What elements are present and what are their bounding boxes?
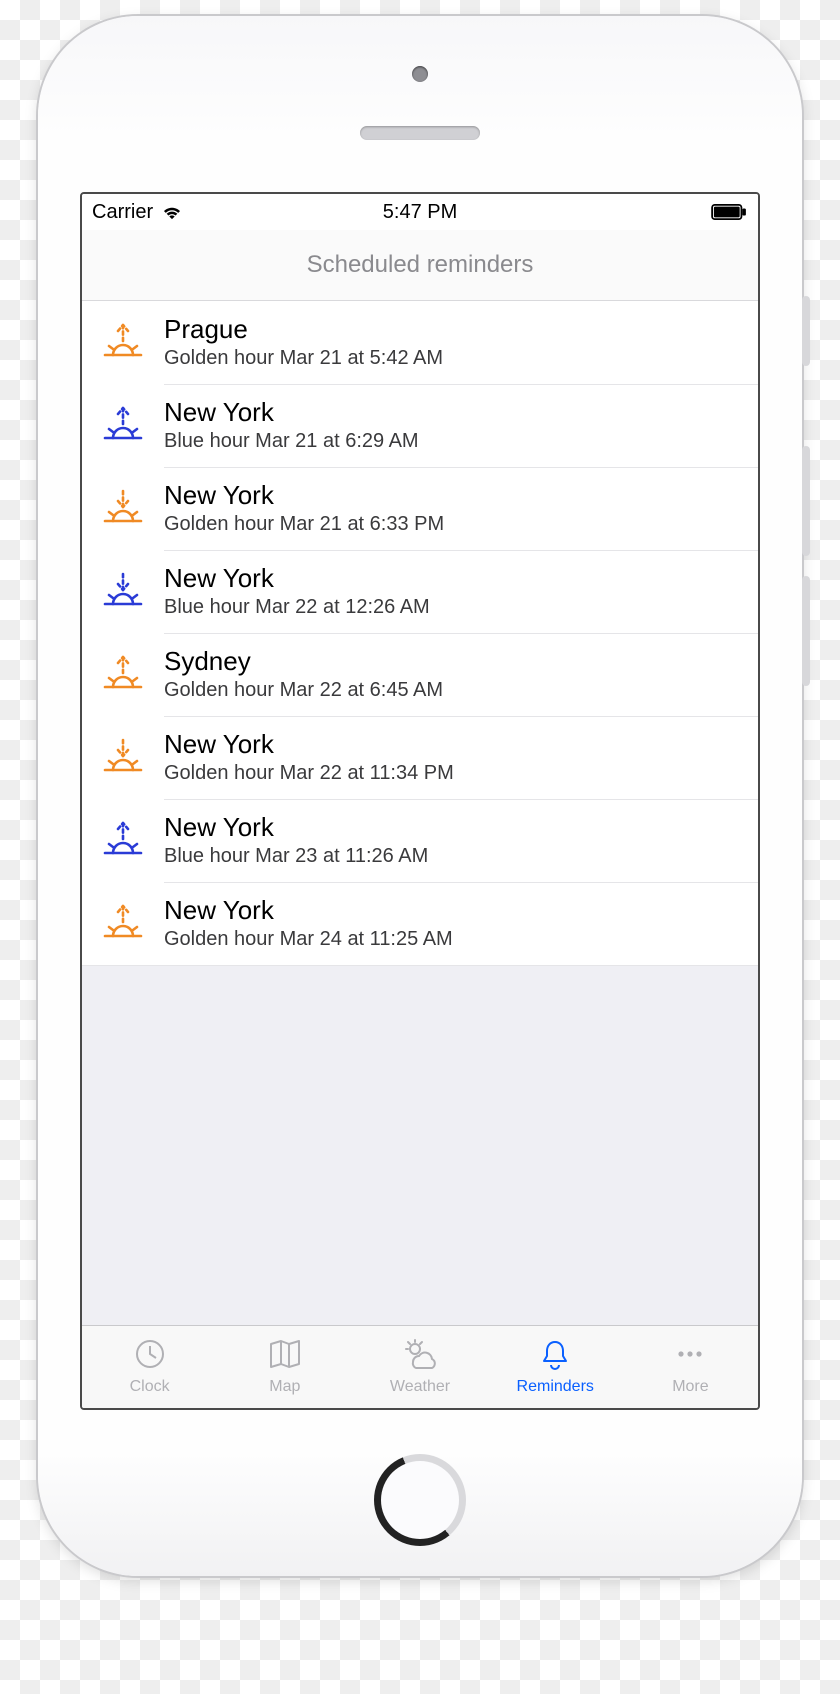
tab-more[interactable]: More [623,1326,758,1408]
device-camera [412,66,428,82]
reminder-text: Prague Golden hour Mar 21 at 5:42 AM [164,315,758,370]
sun-up-golden-icon [82,321,164,365]
reminder-detail: Blue hour Mar 21 at 6:29 AM [164,430,758,453]
clock-icon [132,1338,168,1375]
device-side-button [802,576,810,686]
sun-up-blue-icon [82,404,164,448]
tab-label: Map [269,1378,300,1396]
reminder-city: New York [164,896,758,926]
tab-map[interactable]: Map [217,1326,352,1408]
reminder-text: New York Blue hour Mar 22 at 12:26 AM [164,564,758,619]
tab-weather[interactable]: Weather [352,1326,487,1408]
reminder-city: Sydney [164,647,758,677]
reminder-detail: Blue hour Mar 23 at 11:26 AM [164,845,758,868]
tab-label: Reminders [517,1378,594,1396]
tab-label: Clock [130,1378,170,1396]
tab-reminders[interactable]: Reminders [488,1326,623,1408]
device-side-button [802,446,810,556]
sun-up-blue-icon [82,819,164,863]
reminder-detail: Golden hour Mar 24 at 11:25 AM [164,928,758,951]
sun-up-golden-icon [82,653,164,697]
reminder-city: New York [164,813,758,843]
map-icon [267,1338,303,1375]
reminders-list[interactable]: Prague Golden hour Mar 21 at 5:42 AM New… [82,301,758,966]
reminder-row[interactable]: New York Blue hour Mar 23 at 11:26 AM [82,799,758,882]
reminder-row[interactable]: Prague Golden hour Mar 21 at 5:42 AM [82,301,758,384]
reminder-row[interactable]: New York Golden hour Mar 21 at 6:33 PM [82,467,758,550]
reminder-row[interactable]: New York Golden hour Mar 22 at 11:34 PM [82,716,758,799]
reminder-detail: Blue hour Mar 22 at 12:26 AM [164,596,758,619]
nav-header: Scheduled reminders [82,230,758,301]
home-button[interactable] [374,1454,466,1546]
status-time: 5:47 PM [383,201,457,224]
tab-label: More [672,1378,708,1396]
reminder-city: New York [164,730,758,760]
device-frame: Carrier 5:47 PM Scheduled reminders Prag… [38,16,802,1576]
reminder-text: New York Golden hour Mar 24 at 11:25 AM [164,896,758,951]
reminder-text: New York Golden hour Mar 21 at 6:33 PM [164,481,758,536]
weather-icon [402,1338,438,1375]
tab-clock[interactable]: Clock [82,1326,217,1408]
reminder-detail: Golden hour Mar 21 at 6:33 PM [164,513,758,536]
reminder-text: New York Blue hour Mar 21 at 6:29 AM [164,398,758,453]
reminders-icon [537,1338,573,1375]
reminder-text: Sydney Golden hour Mar 22 at 6:45 AM [164,647,758,702]
sun-down-golden-icon [82,487,164,531]
carrier-label: Carrier [92,201,153,224]
reminder-detail: Golden hour Mar 21 at 5:42 AM [164,347,758,370]
tab-bar: Clock Map Weather Reminders More [82,1325,758,1408]
device-side-button [802,296,810,366]
reminder-city: Prague [164,315,758,345]
reminder-city: New York [164,564,758,594]
reminder-text: New York Blue hour Mar 23 at 11:26 AM [164,813,758,868]
sun-down-blue-icon [82,570,164,614]
reminder-row[interactable]: New York Blue hour Mar 21 at 6:29 AM [82,384,758,467]
reminder-detail: Golden hour Mar 22 at 11:34 PM [164,762,758,785]
tab-label: Weather [390,1378,450,1396]
sun-up-golden-icon [82,902,164,946]
reminder-detail: Golden hour Mar 22 at 6:45 AM [164,679,758,702]
sun-down-golden-icon [82,736,164,780]
reminder-row[interactable]: New York Blue hour Mar 22 at 12:26 AM [82,550,758,633]
battery-icon [710,204,748,220]
reminder-row[interactable]: New York Golden hour Mar 24 at 11:25 AM [82,882,758,965]
status-bar: Carrier 5:47 PM [82,194,758,230]
more-icon [672,1338,708,1375]
reminder-city: New York [164,398,758,428]
content-background [82,966,758,1325]
screen: Carrier 5:47 PM Scheduled reminders Prag… [80,192,760,1410]
page-title: Scheduled reminders [307,251,534,279]
wifi-icon [161,204,183,220]
reminder-text: New York Golden hour Mar 22 at 11:34 PM [164,730,758,785]
reminder-row[interactable]: Sydney Golden hour Mar 22 at 6:45 AM [82,633,758,716]
device-speaker [360,126,480,140]
reminder-city: New York [164,481,758,511]
